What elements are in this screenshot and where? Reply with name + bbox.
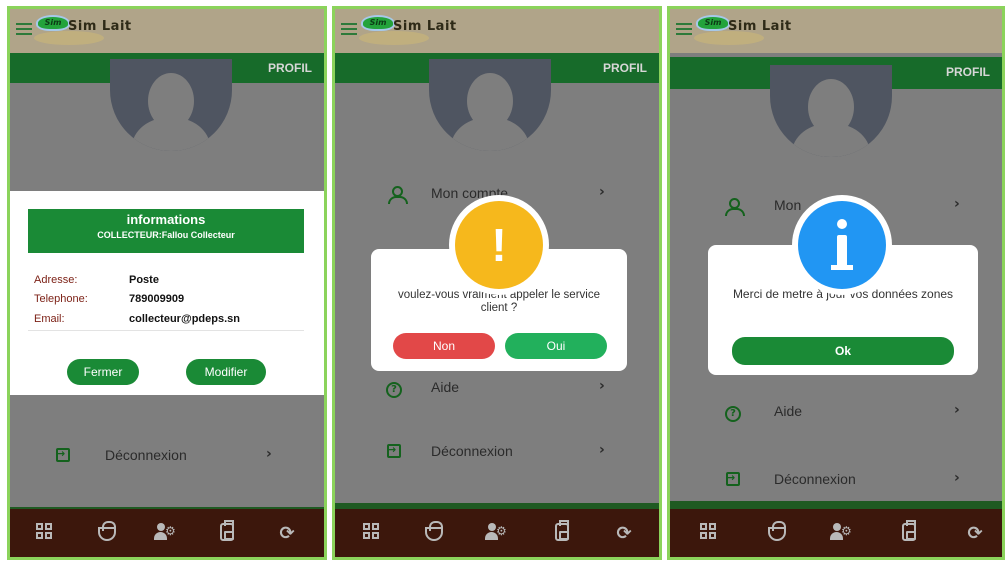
menu-item-label: Déconnexion xyxy=(431,443,513,459)
field-label: Telephone: xyxy=(34,293,88,305)
sync-icon[interactable]: ⟳ xyxy=(276,523,298,545)
avatar xyxy=(770,65,892,157)
app-title: Sim Lait xyxy=(728,19,792,34)
info-dialog-header: informations COLLECTEUR:Fallou Collecteu… xyxy=(28,209,304,253)
menu-item-logout[interactable]: Déconnexion › xyxy=(10,439,324,473)
milk-can-icon[interactable] xyxy=(898,520,920,545)
phone-screen-update-alert: Sim Sim Lait PROFIL Mon › ? Aide › Décon… xyxy=(667,6,1005,560)
menu-item-label: Déconnexion xyxy=(105,447,187,463)
app-header: Sim Sim Lait xyxy=(670,9,1002,53)
menu-item-help[interactable]: ? Aide › xyxy=(335,371,659,405)
chevron-right-icon: › xyxy=(599,184,605,200)
avatar xyxy=(110,59,232,151)
ok-button[interactable]: Ok xyxy=(732,337,954,365)
info-badge xyxy=(792,195,892,295)
users-settings-icon[interactable] xyxy=(485,523,507,545)
yes-button[interactable]: Oui xyxy=(505,333,607,359)
no-button[interactable]: Non xyxy=(393,333,495,359)
section-title: PROFIL xyxy=(268,61,312,75)
chevron-right-icon: › xyxy=(266,446,272,462)
basket-icon[interactable] xyxy=(423,521,445,545)
app-header: Sim Sim Lait xyxy=(335,9,659,53)
bottom-nav: ⟳ xyxy=(670,509,1002,557)
help-icon: ? xyxy=(385,380,403,398)
warning-icon: ! xyxy=(455,201,543,289)
logout-icon xyxy=(724,470,742,488)
info-dialog: informations COLLECTEUR:Fallou Collecteu… xyxy=(10,191,324,395)
menu-item-label: Déconnexion xyxy=(774,471,856,487)
info-row-phone: Telephone: 789009909 xyxy=(28,290,304,310)
avatar xyxy=(429,59,551,151)
warning-badge: ! xyxy=(449,195,549,295)
basket-icon[interactable] xyxy=(766,521,788,545)
sync-icon[interactable]: ⟳ xyxy=(613,523,635,545)
field-value: collecteur@pdeps.sn xyxy=(129,313,240,325)
basket-icon[interactable] xyxy=(96,521,118,545)
sync-icon[interactable]: ⟳ xyxy=(964,523,986,545)
chevron-right-icon: › xyxy=(599,378,605,394)
app-title: Sim Lait xyxy=(68,19,132,34)
close-button[interactable]: Fermer xyxy=(67,359,139,385)
app-header: Sim Sim Lait xyxy=(10,9,324,53)
edit-button[interactable]: Modifier xyxy=(186,359,266,385)
menu-item-logout[interactable]: Déconnexion › xyxy=(670,463,1002,497)
info-dialog-subtitle: COLLECTEUR:Fallou Collecteur xyxy=(97,230,235,240)
field-label: Email: xyxy=(34,313,65,325)
hamburger-menu-icon[interactable] xyxy=(16,23,32,35)
phone-screen-call-confirm: Sim Sim Lait PROFIL Mon compte › ? Aide … xyxy=(332,6,662,560)
help-icon: ? xyxy=(724,404,742,422)
dashboard-icon[interactable] xyxy=(361,523,383,545)
section-title: PROFIL xyxy=(603,61,647,75)
field-value: Poste xyxy=(129,274,159,286)
user-icon xyxy=(724,198,745,216)
field-label: Adresse: xyxy=(34,274,78,286)
info-row-email: Email: collecteur@pdeps.sn xyxy=(28,310,304,330)
section-title: PROFIL xyxy=(946,65,990,79)
bottom-divider xyxy=(670,501,1002,509)
milk-can-icon[interactable] xyxy=(551,520,573,545)
bottom-nav: ⟳ xyxy=(335,509,659,557)
menu-item-label: Aide xyxy=(774,403,803,419)
users-settings-icon[interactable] xyxy=(830,523,852,545)
field-value: 789009909 xyxy=(129,293,185,305)
user-icon xyxy=(387,186,408,204)
app-title: Sim Lait xyxy=(393,19,457,34)
hamburger-menu-icon[interactable] xyxy=(676,23,692,35)
dashboard-icon[interactable] xyxy=(698,523,720,545)
app-logo: Sim xyxy=(361,15,395,31)
milk-can-icon[interactable] xyxy=(216,520,238,545)
logout-icon xyxy=(54,446,72,464)
bottom-nav: ⟳ xyxy=(10,509,324,557)
menu-item-label: Aide xyxy=(431,379,460,395)
info-row-address: Adresse: Poste xyxy=(28,271,304,291)
dashboard-icon[interactable] xyxy=(34,523,56,545)
app-logo: Sim xyxy=(696,15,730,31)
info-icon xyxy=(798,201,886,289)
app-logo: Sim xyxy=(36,15,70,31)
chevron-right-icon: › xyxy=(954,196,960,212)
users-settings-icon[interactable] xyxy=(154,523,176,545)
chevron-right-icon: › xyxy=(954,402,960,418)
phone-screen-profile-info: Sim Sim Lait PROFIL Déconnexion › ⟳ info… xyxy=(7,6,327,560)
info-details: Adresse: Poste Telephone: 789009909 Emai… xyxy=(28,267,304,331)
chevron-right-icon: › xyxy=(954,470,960,486)
menu-item-logout[interactable]: Déconnexion › xyxy=(335,435,659,469)
menu-item-help[interactable]: ? Aide › xyxy=(670,395,1002,429)
logout-icon xyxy=(385,442,403,460)
chevron-right-icon: › xyxy=(599,442,605,458)
menu-item-label: Mon xyxy=(774,197,802,213)
info-dialog-title: informations xyxy=(126,212,206,227)
hamburger-menu-icon[interactable] xyxy=(341,23,357,35)
